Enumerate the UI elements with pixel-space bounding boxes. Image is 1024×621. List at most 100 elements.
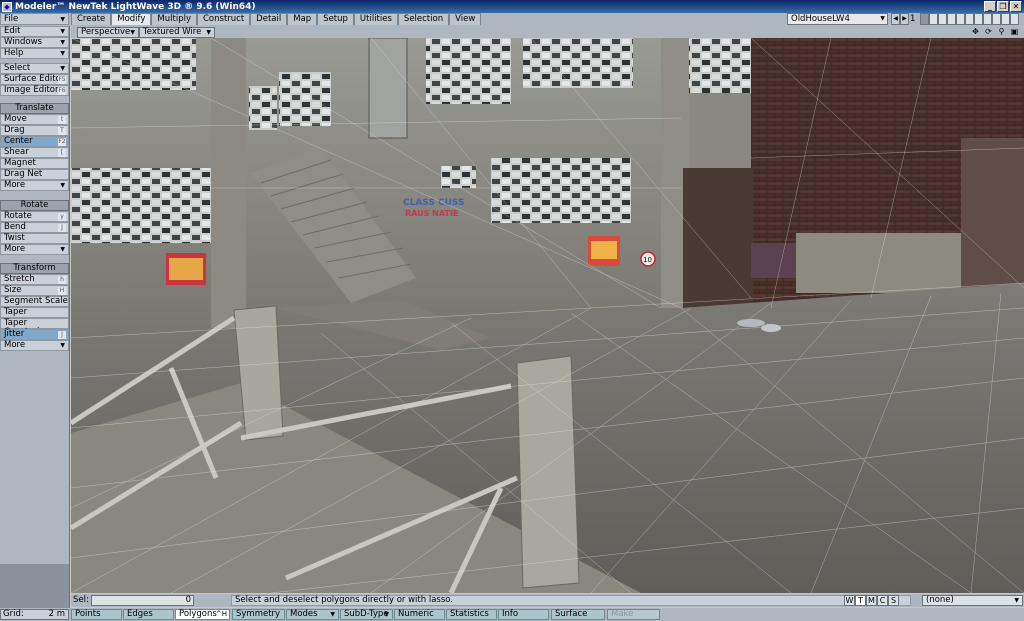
- symmetry-button[interactable]: Symmetry: [232, 609, 285, 620]
- maximize-viewport-icon[interactable]: ▣: [1009, 27, 1020, 37]
- stretch-button[interactable]: Stretch h: [0, 274, 69, 285]
- polygons-mode-button[interactable]: Polygons ^H: [175, 609, 230, 620]
- layer-slot[interactable]: [929, 13, 938, 25]
- tab-modify[interactable]: Modify: [111, 13, 152, 25]
- transform-more-menu[interactable]: More ▼: [0, 340, 69, 351]
- surface-editor-button[interactable]: Surface Editor F5: [0, 74, 69, 85]
- chevron-down-icon: ▼: [880, 15, 885, 22]
- surface-editor-label: Surface Editor: [4, 74, 65, 84]
- tab-setup[interactable]: Setup: [317, 13, 354, 25]
- tab-view[interactable]: View: [449, 13, 482, 25]
- layer-slot[interactable]: [992, 13, 1001, 25]
- rotate-view-icon[interactable]: ⟳: [983, 27, 994, 37]
- segment-scale-button[interactable]: Segment Scale: [0, 296, 69, 307]
- layer-slot[interactable]: [965, 13, 974, 25]
- pan-icon[interactable]: ✥: [970, 27, 981, 37]
- mode-s-button[interactable]: S: [888, 595, 899, 606]
- layer-number: 1: [910, 14, 916, 24]
- surface-button[interactable]: Surface: [551, 609, 605, 620]
- layer-slot[interactable]: [974, 13, 983, 25]
- layer-slot[interactable]: [1001, 13, 1010, 25]
- points-mode-button[interactable]: Points: [71, 609, 122, 620]
- file-menu[interactable]: File ▼: [0, 13, 69, 25]
- make-button[interactable]: Make: [607, 609, 660, 620]
- layer-slot[interactable]: [938, 13, 947, 25]
- mode-w-button[interactable]: W: [844, 595, 855, 606]
- center-button[interactable]: Center F2: [0, 136, 69, 147]
- stretch-label: Stretch: [4, 274, 35, 284]
- edges-mode-button[interactable]: Edges: [123, 609, 174, 620]
- info-button[interactable]: Info: [498, 609, 549, 620]
- zoom-icon[interactable]: ⚲: [996, 27, 1007, 37]
- statistics-label: Statistics: [450, 609, 489, 619]
- tab-multiply[interactable]: Multiply: [151, 13, 197, 25]
- drag-button[interactable]: Drag T: [0, 125, 69, 136]
- numeric-button[interactable]: Numeric: [394, 609, 445, 620]
- size-button[interactable]: Size H: [0, 285, 69, 296]
- layer-next-button[interactable]: ▶: [900, 13, 909, 25]
- segment-scale-label: Segment Scale: [4, 296, 68, 306]
- tab-detail[interactable]: Detail: [250, 13, 288, 25]
- hotkey-badge: F5: [58, 76, 66, 84]
- layer-slot[interactable]: [983, 13, 992, 25]
- surface-filter-select[interactable]: (none) ▼: [922, 595, 1023, 606]
- minimize-button[interactable]: _: [984, 1, 996, 12]
- more-label: More: [4, 244, 26, 254]
- tab-construct[interactable]: Construct: [197, 13, 251, 25]
- mode-t-button[interactable]: T: [855, 595, 866, 606]
- perspective-viewport[interactable]: CLASS CUSS RAUS NATIE 10: [71, 38, 1024, 593]
- shading-mode-select[interactable]: Textured Wire ▼: [139, 27, 215, 38]
- translate-more-menu[interactable]: More ▼: [0, 180, 69, 191]
- tab-create[interactable]: Create: [71, 13, 112, 25]
- mode-m-button[interactable]: M: [866, 595, 877, 606]
- help-menu[interactable]: Help ▼: [0, 48, 69, 59]
- twist-button[interactable]: Twist: [0, 233, 69, 244]
- taper-button[interactable]: Taper: [0, 307, 69, 318]
- move-button[interactable]: Move t: [0, 114, 69, 125]
- chevron-down-icon: ▼: [60, 182, 65, 189]
- image-editor-button[interactable]: Image Editor F6: [0, 85, 69, 96]
- close-button[interactable]: ✕: [1010, 1, 1022, 12]
- taper-constrain-button[interactable]: Taper Constrain: [0, 318, 69, 337]
- modes-label: Modes: [290, 609, 318, 619]
- edit-menu[interactable]: Edit ▼: [0, 26, 69, 37]
- modes-menu[interactable]: Modes ▼: [286, 609, 339, 620]
- select-menu[interactable]: Select ▼: [0, 63, 69, 74]
- hotkey-badge: h: [58, 276, 66, 284]
- tab-utilities[interactable]: Utilities: [353, 13, 398, 25]
- shear-button[interactable]: Shear [: [0, 147, 69, 158]
- chevron-down-icon: ▼: [1014, 597, 1019, 604]
- rotate-more-menu[interactable]: More ▼: [0, 244, 69, 255]
- hotkey-badge: J: [58, 224, 66, 232]
- tab-map[interactable]: Map: [287, 13, 318, 25]
- chevron-down-icon: ▼: [60, 39, 65, 46]
- layer-slots: [920, 13, 1019, 25]
- chevron-down-icon: ▼: [60, 28, 65, 35]
- hotkey-badge: [: [58, 149, 66, 157]
- layer-slot[interactable]: [956, 13, 965, 25]
- mode-c-button[interactable]: C: [877, 595, 888, 606]
- drag-net-button[interactable]: Drag Net: [0, 169, 69, 180]
- statistics-button[interactable]: Statistics: [446, 609, 497, 620]
- bend-button[interactable]: Bend J: [0, 222, 69, 233]
- layer-select[interactable]: OldHouseLW4 ▼: [787, 13, 888, 25]
- layer-slot[interactable]: [1010, 13, 1019, 25]
- subd-type-label: SubD-Type: [344, 609, 389, 619]
- subd-type-menu[interactable]: SubD-Type ▼: [340, 609, 393, 620]
- graffiti-text-bottom: RAUS NATIE: [405, 209, 458, 218]
- layer-slot[interactable]: [947, 13, 956, 25]
- shading-mode-value: Textured Wire: [143, 27, 202, 37]
- chevron-down-icon: ▼: [330, 611, 335, 618]
- view-type-select[interactable]: Perspective ▼: [77, 27, 139, 38]
- title-bar: ◆ Modeler™ NewTek LightWave 3D ® 9.6 (Wi…: [0, 0, 1024, 13]
- magnet-button[interactable]: Magnet: [0, 158, 69, 169]
- jitter-button[interactable]: Jitter J: [0, 329, 69, 340]
- rotate-button[interactable]: Rotate y: [0, 211, 69, 222]
- selection-count: 0: [91, 595, 194, 606]
- layer-prev-button[interactable]: ◀: [891, 13, 900, 25]
- tab-selection[interactable]: Selection: [397, 13, 450, 25]
- layer-slot[interactable]: [920, 13, 929, 25]
- windows-menu[interactable]: Windows ▼: [0, 37, 69, 48]
- maximize-button[interactable]: ❐: [997, 1, 1009, 12]
- size-label: Size: [4, 285, 22, 295]
